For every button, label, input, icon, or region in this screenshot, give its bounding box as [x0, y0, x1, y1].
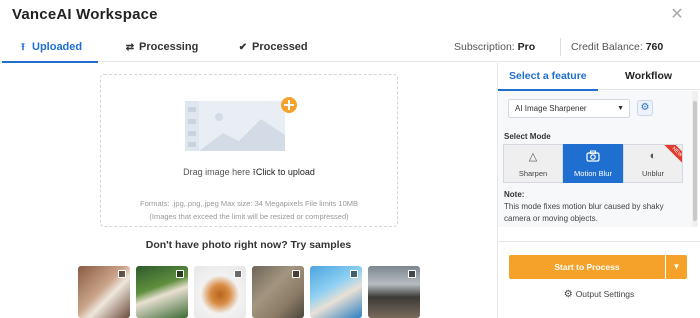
- feature-dropdown-value: AI Image Sharpener: [515, 104, 587, 113]
- tab-processed[interactable]: ✔ Processed: [238, 34, 308, 62]
- workspace-tabs: ⭱ Uploaded ⇄ Processing ✔ Processed Subscri…: [0, 34, 700, 63]
- divider: [498, 241, 700, 242]
- sample-checkbox[interactable]: [118, 270, 126, 278]
- sync-icon: ⇄: [125, 42, 135, 53]
- sample-checkbox[interactable]: [176, 270, 184, 278]
- sample-thumbnail[interactable]: [136, 266, 188, 318]
- feature-dropdown[interactable]: AI Image Sharpener ▼: [508, 99, 630, 118]
- mode-motion-blur-label: Motion Blur: [574, 169, 612, 178]
- credit-value: 760: [645, 41, 664, 53]
- mode-sharpen[interactable]: △ Sharpen: [503, 144, 563, 183]
- app-header: VanceAI Workspace ✕: [0, 0, 700, 34]
- gear-icon[interactable]: ⚙: [637, 100, 653, 116]
- sample-thumbnails: [78, 266, 428, 318]
- upload-instructions: Drag image here ⭱Click to upload: [101, 165, 397, 181]
- sample-thumbnail[interactable]: [194, 266, 246, 318]
- mode-label: Select Mode: [504, 132, 551, 141]
- sample-checkbox[interactable]: [234, 270, 242, 278]
- check-circle-icon: ✔: [238, 42, 248, 53]
- output-settings-label: Output Settings: [575, 289, 635, 299]
- sample-checkbox[interactable]: [292, 270, 300, 278]
- scroll-thumb[interactable]: [693, 101, 697, 221]
- chevron-down-icon: ▼: [617, 105, 624, 112]
- sharpen-icon: △: [528, 151, 538, 163]
- start-process-dropdown[interactable]: ▼: [666, 255, 687, 279]
- mode-sharpen-label: Sharpen: [518, 169, 548, 178]
- tab-processed-label: Processed: [252, 41, 308, 53]
- note-text: This mode fixes motion blur caused by sh…: [504, 202, 664, 223]
- click-to-upload-link[interactable]: Click to upload: [256, 167, 315, 177]
- feature-panel: Select a feature Workflow AI Image Sharp…: [498, 63, 700, 318]
- sample-thumbnail[interactable]: [368, 266, 420, 318]
- mode-unblur[interactable]: ◐ Unblur NEW: [623, 144, 683, 183]
- sample-checkbox[interactable]: [408, 270, 416, 278]
- upload-formats: Formats: .jpg,.png,.jpeg Max size: 34 Me…: [139, 199, 358, 208]
- tab-uploaded[interactable]: ⭱ Uploaded: [1, 34, 99, 63]
- sample-thumbnail[interactable]: [252, 266, 304, 318]
- mode-unblur-label: Unblur: [641, 169, 665, 178]
- chevron-down-icon: ▼: [672, 262, 681, 271]
- camera-icon: [564, 150, 622, 166]
- upload-panel: Drag image here ⭱Click to upload Formats…: [0, 63, 497, 318]
- tab-uploaded-label: Uploaded: [32, 41, 83, 53]
- sample-thumbnail[interactable]: [310, 266, 362, 318]
- sample-thumbnail[interactable]: [78, 266, 130, 318]
- subscription-info: Subscription: Pro: [454, 41, 535, 53]
- feature-tabs: Select a feature Workflow: [498, 63, 700, 91]
- subscription-value: Pro: [517, 41, 536, 53]
- app-title: VanceAI Workspace: [12, 6, 158, 23]
- gear-icon: ⚙: [563, 289, 573, 300]
- image-placeholder-icon: [185, 97, 297, 151]
- close-icon[interactable]: ✕: [670, 7, 684, 23]
- divider: [560, 38, 561, 56]
- upload-icon: ⭱: [21, 42, 25, 53]
- scrollbar[interactable]: [692, 91, 698, 227]
- upload-limit-note: (Images that exceed the limit will be re…: [149, 212, 349, 221]
- tab-processing-label: Processing: [139, 41, 199, 53]
- tab-processing[interactable]: ⇄ Processing: [125, 34, 199, 62]
- output-settings-button[interactable]: ⚙ Output Settings: [498, 289, 700, 300]
- start-process-button[interactable]: Start to Process: [509, 255, 665, 279]
- tab-workflow[interactable]: Workflow: [625, 63, 672, 90]
- sample-checkbox[interactable]: [350, 270, 358, 278]
- credit-balance: Credit Balance: 760: [571, 41, 663, 53]
- tab-select-feature[interactable]: Select a feature: [498, 63, 598, 91]
- upload-dropzone[interactable]: Drag image here ⭱Click to upload Formats…: [100, 74, 398, 227]
- mode-motion-blur[interactable]: Motion Blur: [563, 144, 623, 183]
- subscription-label: Subscription:: [454, 41, 515, 53]
- drag-text: Drag image here: [183, 167, 251, 177]
- credit-label: Credit Balance:: [571, 41, 643, 53]
- note-title: Note:: [504, 190, 525, 199]
- samples-title: Don't have photo right now? Try samples: [145, 239, 352, 251]
